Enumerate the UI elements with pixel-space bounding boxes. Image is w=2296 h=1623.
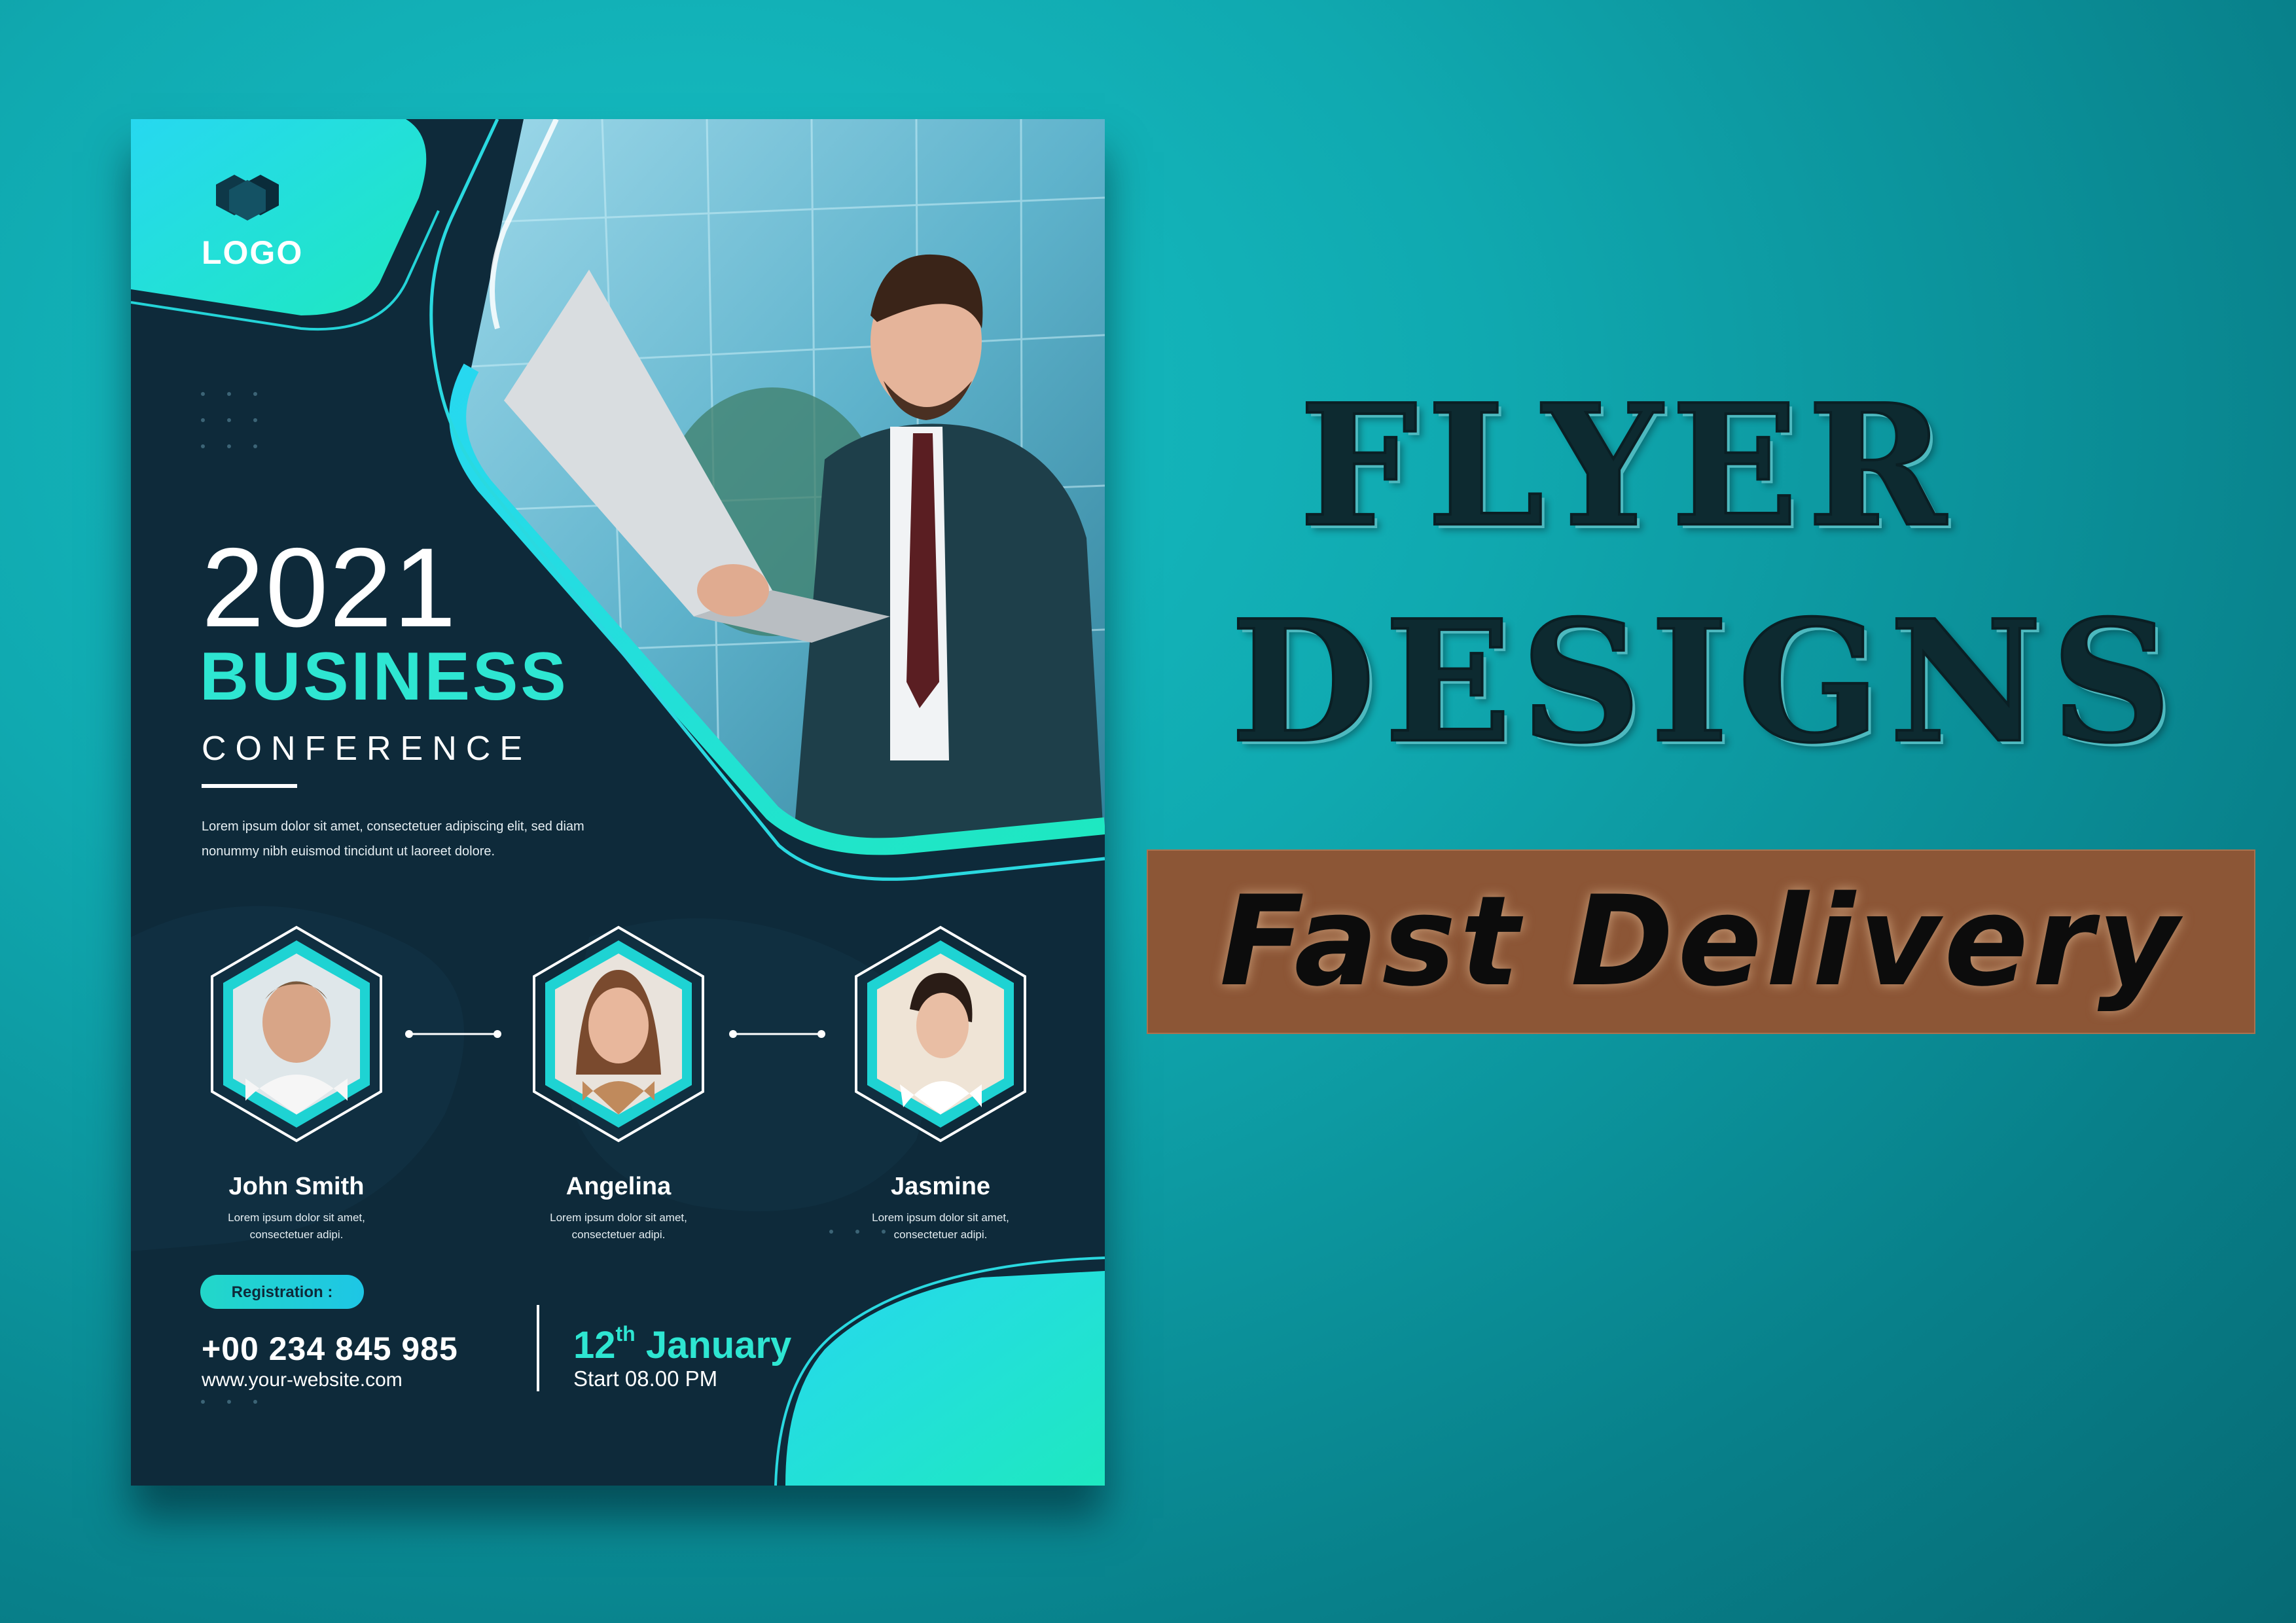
event-headline: BUSINESS [200,639,569,715]
contact-divider [537,1305,539,1391]
speaker-desc: consectetuer adipi. [249,1228,344,1241]
registration-label: Registration : [231,1283,333,1301]
date-month: January [645,1324,792,1366]
logo-label: LOGO [202,234,304,271]
title-line-flyer: FLYER [1298,368,1956,564]
event-year: 2021 [202,525,457,651]
event-subheadline: CONFERENCE [202,730,532,768]
event-date: 12th January [573,1321,792,1367]
fast-delivery-label: Fast Delivery [1219,869,2183,1014]
date-day: 12 [573,1324,616,1366]
speaker-desc: consectetuer adipi. [571,1228,666,1241]
speaker-desc: Lorem ipsum dolor sit amet, [228,1211,365,1224]
speaker-desc: Lorem ipsum dolor sit amet, [872,1211,1009,1224]
phone-number: +00 234 845 985 [202,1330,458,1367]
website-url: www.your-website.com [202,1369,403,1391]
speaker-name: Jasmine [890,1173,991,1200]
intro-text-line: nonummy nibh euismod tincidunt ut laoree… [202,844,495,859]
flyer-card: LOGO 2021 BUSINESS CONFERENCE Lorem ipsu… [131,119,1105,1486]
event-start-time: Start 08.00 PM [573,1366,718,1391]
headline-underline [202,784,297,788]
date-suffix: th [615,1321,636,1346]
speaker-desc: consectetuer adipi. [893,1228,988,1241]
speaker-desc: Lorem ipsum dolor sit amet, [550,1211,687,1224]
speaker-name: Angelina [565,1173,672,1200]
intro-text-line: Lorem ipsum dolor sit amet, consectetuer… [202,819,584,834]
title-line-designs: DESIGNS [1229,584,2181,780]
speaker-name: John Smith [228,1173,365,1200]
